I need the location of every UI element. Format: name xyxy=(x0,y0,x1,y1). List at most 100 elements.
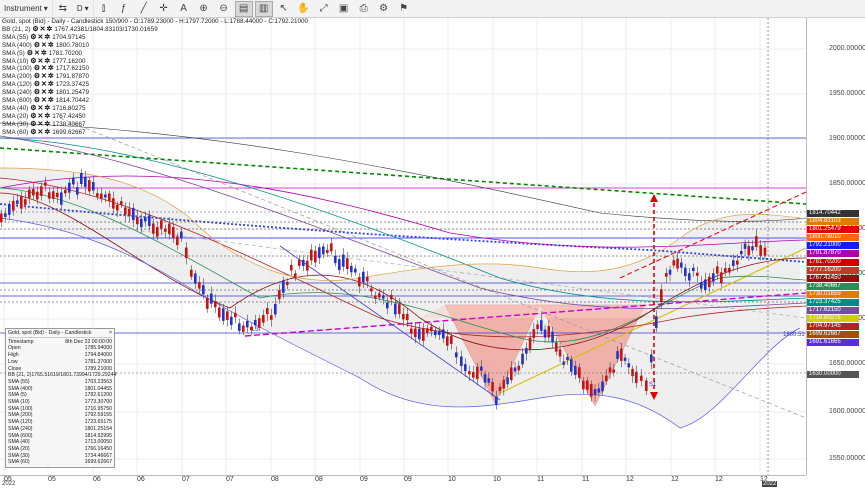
settings-icon[interactable]: ⚙ xyxy=(30,113,36,121)
close-icon[interactable]: ✕ xyxy=(34,50,40,58)
visibility-icon[interactable]: ✲ xyxy=(44,121,50,129)
legend-row[interactable]: SMA (40) ⚙ ✕ ✲ 1716.80275 xyxy=(2,105,308,113)
visibility-icon[interactable]: ✲ xyxy=(44,113,50,121)
close-icon[interactable]: ✕ xyxy=(41,73,47,81)
legend-row[interactable]: SMA (60) ⚙ ✕ ✲ 1699.62667 xyxy=(2,129,308,137)
candle-up xyxy=(342,254,345,267)
time-axis[interactable]: 05 05 06 06 07 07 08 08 09 09 10 10 11 11 12 12 12 12 202… xyxy=(0,475,806,488)
candle-up xyxy=(246,320,249,328)
fullscreen-icon[interactable]: ⤢ xyxy=(315,1,333,17)
close-icon[interactable]: ✕ xyxy=(41,97,47,105)
candle-up xyxy=(334,255,337,264)
field-value: 1789.21000 xyxy=(84,365,112,372)
settings-icon[interactable]: ⚙ xyxy=(27,50,33,58)
close-icon[interactable]: ✕ xyxy=(41,81,47,89)
candle-down xyxy=(696,272,699,276)
field-name: SMA (40) xyxy=(8,439,30,446)
legend-row[interactable]: SMA (400) ⚙ ✕ ✲ 1800.78010 xyxy=(2,42,308,50)
visibility-icon[interactable]: ✲ xyxy=(47,26,53,34)
price-tag: 1791.87870 xyxy=(807,250,859,257)
settings-icon[interactable]: ⚙ xyxy=(34,42,40,50)
add-indicator-icon[interactable]: ƒ xyxy=(115,1,133,17)
settings-icon[interactable]: ⚙ xyxy=(30,129,36,137)
indicator-value: 1716.80275 xyxy=(52,104,86,112)
visibility-icon[interactable]: ✲ xyxy=(44,129,50,137)
data-window-row: SMA (10) 1773.30700 xyxy=(8,399,112,406)
indicator-value: 1723.37425 xyxy=(55,81,90,89)
close-icon[interactable]: ✕ xyxy=(41,65,47,73)
print-icon[interactable]: ⎙ xyxy=(355,1,373,17)
close-icon[interactable]: ✕ xyxy=(38,34,44,42)
candle-down xyxy=(185,247,188,258)
date-tick-label: 07 xyxy=(182,476,190,483)
candle-up xyxy=(210,293,213,304)
settings-icon[interactable]: ⚙ xyxy=(32,26,38,34)
layout-split-icon[interactable]: ▥ xyxy=(254,0,273,17)
indicator-name: SMA (60) xyxy=(2,128,29,136)
legend-row[interactable]: SMA (55) ⚙ ✕ ✲ 1704.97145 xyxy=(2,34,308,42)
price-chart[interactable]: L3 S1 1880.51 Gold, spot (Bid) - Daily -… xyxy=(0,18,806,475)
layout-grid-icon[interactable]: ▤ xyxy=(234,0,253,17)
field-value: 1814.92995 xyxy=(84,432,112,439)
visibility-icon[interactable]: ✲ xyxy=(48,97,54,105)
screenshot-icon[interactable]: ▣ xyxy=(335,1,353,17)
field-value: 1782.61200 xyxy=(84,392,112,399)
close-icon[interactable]: ✕ xyxy=(41,42,47,50)
crosshair-icon[interactable]: ✛ xyxy=(155,1,173,17)
candle-down xyxy=(472,371,475,378)
year-label-right: 2022 xyxy=(762,481,778,487)
candle-down xyxy=(414,328,417,338)
zoom-out-icon[interactable]: ⊖ xyxy=(215,1,233,17)
text-tool-icon[interactable]: A xyxy=(175,1,193,17)
legend-row[interactable]: SMA (120) ⚙ ✕ ✲ 1723.37425 xyxy=(2,81,308,89)
settings-icon[interactable]: ⚙ xyxy=(34,97,40,105)
flag-icon[interactable]: ⚑ xyxy=(395,1,413,17)
legend-row[interactable]: SMA (30) ⚙ ✕ ✲ 1738.40667 xyxy=(2,121,308,129)
legend-row[interactable]: SMA (20) ⚙ ✕ ✲ 1767.42450 xyxy=(2,113,308,121)
close-icon[interactable]: ✕ xyxy=(38,129,44,137)
field-value: 1801.25154 xyxy=(84,425,112,432)
close-icon[interactable]: ✕ xyxy=(40,26,46,34)
close-icon[interactable]: × xyxy=(109,330,112,337)
price-tag: 1767.42450 xyxy=(807,275,859,282)
period-dropdown[interactable]: D ▾ xyxy=(73,0,94,17)
visibility-icon[interactable]: ✲ xyxy=(41,50,47,58)
price-axis[interactable]: 2000.00000 1950.00000 1900.00000 1850.00000… xyxy=(806,18,865,475)
candlestick-type-icon[interactable]: ⫾ xyxy=(95,1,113,17)
visibility-icon[interactable]: ✲ xyxy=(48,81,54,89)
legend-row[interactable]: BB (21, 2) ⚙ ✕ ✲ 1767.42381/1804.83103/1730.… xyxy=(2,26,308,34)
close-icon[interactable]: ✕ xyxy=(38,121,44,129)
indicator-name: SMA (200) xyxy=(2,73,32,81)
pan-icon[interactable]: ✋ xyxy=(295,1,313,17)
draw-line-icon[interactable]: ╱ xyxy=(135,1,153,17)
candle-up xyxy=(712,273,715,282)
candle-up xyxy=(282,280,285,293)
visibility-icon[interactable]: ✲ xyxy=(44,105,50,113)
swap-icon[interactable]: ⇆ xyxy=(54,1,72,17)
close-icon[interactable]: ✕ xyxy=(38,105,44,113)
settings-gear-icon[interactable]: ⚙ xyxy=(375,1,393,17)
data-window-row: SMA (20) 1766.16450 xyxy=(8,446,112,453)
date-tick-label: 11 xyxy=(537,476,545,483)
visibility-icon[interactable]: ✲ xyxy=(48,89,54,97)
settings-icon[interactable]: ⚙ xyxy=(30,105,36,113)
price-tick-label: 2000.00000 xyxy=(829,45,865,52)
data-window-panel[interactable]: Gold, spot (Bid) - Daily - Candlestick ×… xyxy=(5,328,116,469)
instrument-dropdown[interactable]: Instrument ▾ xyxy=(0,0,53,17)
close-icon[interactable]: ✕ xyxy=(41,89,47,97)
settings-icon[interactable]: ⚙ xyxy=(34,81,40,89)
zoom-in-icon[interactable]: ⊕ xyxy=(195,1,213,17)
indicator-value: 1781.70200 xyxy=(48,49,83,57)
settings-icon[interactable]: ⚙ xyxy=(34,89,40,97)
price-tick-label: 1600.00000 xyxy=(829,408,865,415)
settings-icon[interactable]: ⚙ xyxy=(30,121,36,129)
legend-row[interactable]: SMA (600) ⚙ ✕ ✲ 1814.70442 xyxy=(2,97,308,105)
legend-row[interactable]: SMA (5) ⚙ ✕ ✲ 1781.70200 xyxy=(2,50,308,58)
field-name: SMA (240) xyxy=(8,425,33,432)
close-icon[interactable]: ✕ xyxy=(38,113,44,121)
visibility-icon[interactable]: ✲ xyxy=(48,42,54,50)
legend-row[interactable]: SMA (240) ⚙ ✕ ✲ 1801.25479 xyxy=(2,89,308,97)
settings-icon[interactable]: ⚙ xyxy=(30,34,36,42)
visibility-icon[interactable]: ✲ xyxy=(44,34,50,42)
cursor-icon[interactable]: ↖ xyxy=(275,1,293,17)
